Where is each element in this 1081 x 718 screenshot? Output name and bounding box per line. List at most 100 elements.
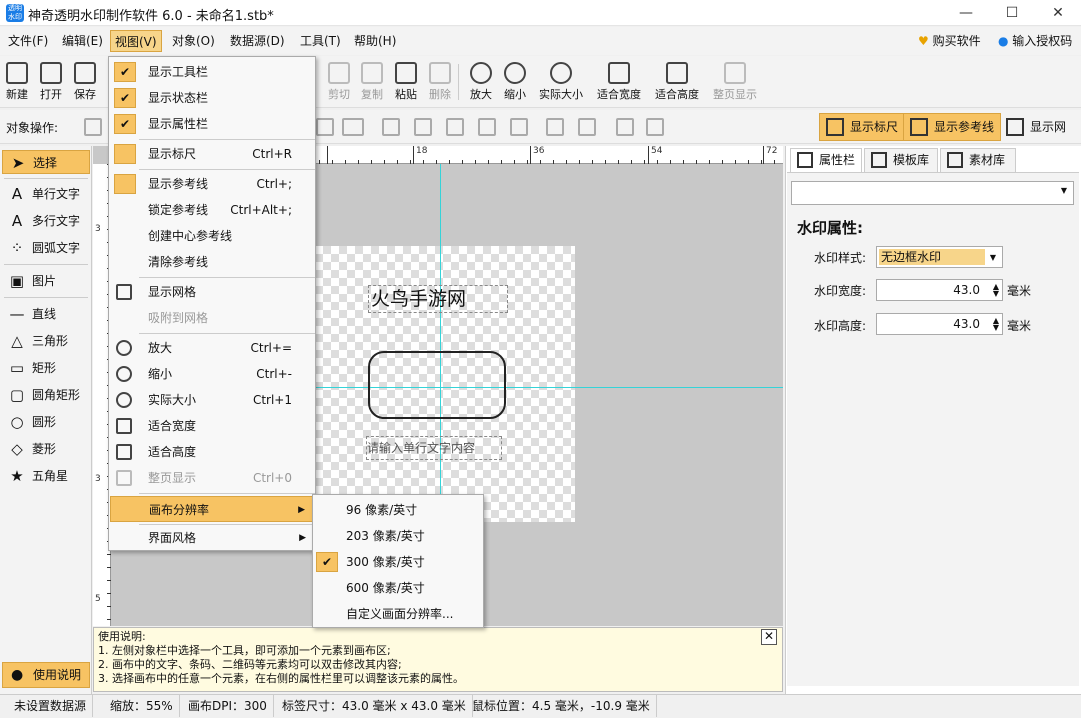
height-input[interactable]: 43.0 ▲ ▼ [876,313,1003,335]
menu-zoom-in[interactable]: 放大 Ctrl+= [110,335,314,361]
tool-divider [4,178,88,179]
lock-icon[interactable] [616,118,634,136]
menu-edit[interactable]: 编辑(E) [58,30,107,52]
element-select[interactable]: ▼ [791,181,1074,205]
chevron-right-icon: ▶ [299,533,306,543]
tab-templates-label: 模板库 [893,153,930,167]
round-rect-tool[interactable]: ▢ 圆角矩形 [2,383,90,407]
unlock-icon[interactable] [646,118,664,136]
delete-button[interactable]: 删除 [417,60,463,106]
spinner-icon[interactable]: ▲ ▼ [993,283,999,298]
menu-show-statusbar[interactable]: ✔ 显示状态栏 [110,85,314,111]
single-text-tool[interactable]: A 单行文字 [2,182,90,206]
grid-icon [1006,118,1024,136]
align-middle-icon[interactable] [414,118,432,136]
status-dpi: 画布DPI：300 [182,695,274,717]
resolution-203[interactable]: 203 像素/英寸 [314,523,482,549]
menu-shortcut: Ctrl+- [256,367,292,381]
menu-lock-guides[interactable]: 锁定参考线 Ctrl+Alt+; [110,197,314,223]
select-tool[interactable]: ➤ 选择 [2,150,90,174]
align-center-icon[interactable] [510,118,528,136]
watermark-text-element[interactable]: 火鸟手游网 [368,285,508,313]
menu-center-guides[interactable]: 创建中心参考线 [110,223,314,249]
distribute-icon[interactable] [342,118,364,136]
maximize-button[interactable]: ☐ [989,0,1035,26]
fit-page-button[interactable]: 整页显示 [708,60,762,106]
menu-fit-height[interactable]: 适合高度 [110,439,314,465]
tab-materials[interactable]: 素材库 [940,148,1016,172]
menu-view[interactable]: 视图(V) [110,30,162,52]
same-height-icon[interactable] [578,118,596,136]
menu-snap-grid[interactable]: 吸附到网格 [110,305,314,331]
resolution-300[interactable]: ✔ 300 像素/英寸 [314,549,482,575]
close-button[interactable]: ✕ [1035,0,1081,26]
menu-show-guides[interactable]: 显示参考线 Ctrl+; [110,171,314,197]
spinner-icon[interactable]: ▲ ▼ [993,317,999,332]
width-label: 水印宽度: [814,284,867,298]
menu-fit-page[interactable]: 整页显示 Ctrl+0 [110,465,314,491]
menu-help[interactable]: 帮助(H) [350,30,400,52]
actual-size-button[interactable]: 实际大小 [530,60,592,106]
menu-fit-width[interactable]: 适合宽度 [110,413,314,439]
arc-text-tool[interactable]: ⁘ 圆弧文字 [2,236,90,260]
single-text-element[interactable]: 请输入单行文字内容 [366,436,502,460]
show-ruler-toggle[interactable]: 显示标尺 [819,113,906,141]
minimize-button[interactable]: — [943,0,989,26]
menu-ui-style[interactable]: 界面风格 ▶ [110,525,314,551]
actual-size-icon [550,62,572,84]
menu-datasource[interactable]: 数据源(D) [226,30,289,52]
resolution-custom[interactable]: 自定义画面分辨率... [314,601,482,627]
diamond-tool[interactable]: ◇ 菱形 [2,437,90,461]
multi-text-tool[interactable]: A 多行文字 [2,209,90,233]
zoom-out-icon [504,62,526,84]
menu-zoom-out[interactable]: 缩小 Ctrl+- [110,361,314,387]
round-rect-element[interactable] [368,351,506,419]
menu-show-ruler[interactable]: 显示标尺 Ctrl+R [110,141,314,167]
align-top-icon[interactable] [382,118,400,136]
menu-tools[interactable]: 工具(T) [296,30,345,52]
triangle-tool[interactable]: △ 三角形 [2,329,90,353]
layer-icon[interactable] [84,118,102,136]
ruler-label: 3 [95,224,101,234]
help-close-button[interactable]: ✕ [761,629,777,645]
menu-file[interactable]: 文件(F) [4,30,52,52]
save-button[interactable]: 保存 [62,60,108,106]
width-input[interactable]: 43.0 ▲ ▼ [876,279,1003,301]
license-button[interactable]: ● 输入授权码 [994,30,1076,52]
resolution-96[interactable]: 96 像素/英寸 [314,497,482,523]
clipboard-icon [395,62,417,84]
same-size-icon[interactable] [546,118,564,136]
align-icon[interactable] [316,118,334,136]
menu-show-propbar[interactable]: ✔ 显示属性栏 [110,111,314,137]
menu-item-label: 显示参考线 [148,177,209,191]
fit-height-button[interactable]: 适合高度 [650,60,704,106]
menu-show-grid[interactable]: 显示网格 [110,279,314,305]
tab-properties[interactable]: 属性栏 [790,148,862,172]
menu-clear-guides[interactable]: 清除参考线 [110,249,314,275]
menu-resolution[interactable]: 画布分辨率 ▶ [110,496,314,522]
show-guides-toggle[interactable]: 显示参考线 [903,113,1002,141]
star-tool[interactable]: ★ 五角星 [2,464,90,488]
menu-show-toolbar[interactable]: ✔ 显示工具栏 [110,59,314,85]
rect-tool[interactable]: ▭ 矩形 [2,356,90,380]
align-bottom-icon[interactable] [446,118,464,136]
line-tool[interactable]: — 直线 [2,302,90,326]
resolution-600[interactable]: 600 像素/英寸 [314,575,482,601]
fit-width-icon [608,62,630,84]
menu-object[interactable]: 对象(O) [168,30,219,52]
align-left-icon[interactable] [478,118,496,136]
menu-actual-size[interactable]: 实际大小 Ctrl+1 [110,387,314,413]
fit-width-button[interactable]: 适合宽度 [592,60,646,106]
image-tool[interactable]: ▣ 图片 [2,269,90,293]
show-grid-toggle[interactable]: 显示网格 [999,113,1081,160]
pointer-icon: ➤ [11,154,25,172]
ellipse-tool[interactable]: ○ 圆形 [2,410,90,434]
title-bar: 透明水印 神奇透明水印制作软件 6.0 - 未命名1.stb* — ☐ ✕ [0,0,1081,26]
list-icon [797,152,813,168]
triangle-icon: △ [11,332,23,350]
scissors-icon [328,62,350,84]
buy-software-button[interactable]: ♥ 购买软件 [914,30,985,52]
style-select[interactable]: 无边框水印 ▼ [876,246,1003,268]
help-button[interactable]: ● 使用说明 [2,662,90,688]
tab-templates[interactable]: 模板库 [864,148,938,172]
